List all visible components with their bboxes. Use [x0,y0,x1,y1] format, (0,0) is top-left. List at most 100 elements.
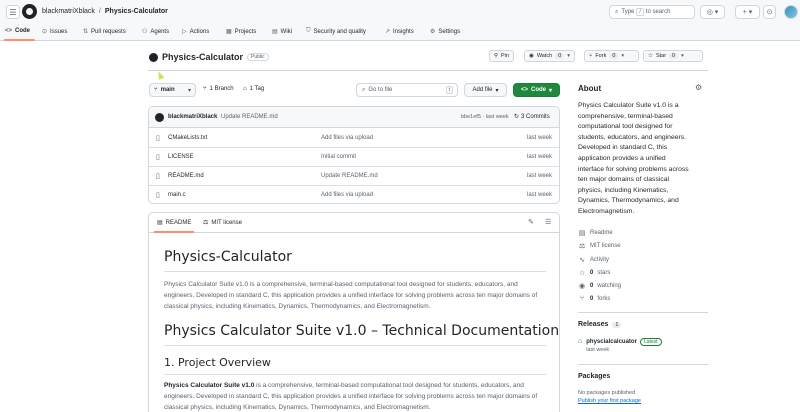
issues-shortcut-icon[interactable]: ⊙ [763,5,776,19]
commit-message[interactable]: Update README.md [221,114,278,120]
readme-link[interactable]: ▤ Readme [578,229,613,237]
tab-license[interactable]: ⚖ MIT license [203,219,242,227]
header-divider [148,70,708,71]
file-row[interactable]: ▯ LICENSE Initial commit last week [149,148,559,167]
search-placeholder: Type [621,9,635,15]
file-commit-message[interactable]: Add files via upload [321,135,373,141]
tab-agents[interactable]: ⚇ Agents [142,28,169,36]
tab-label: Issues [50,28,68,35]
gear-icon[interactable]: ⚙ [695,83,702,92]
file-commit-message[interactable]: Update README.md [321,173,378,179]
watching-count: 0 [590,283,594,289]
pin-button[interactable]: ⚲ Pin [489,50,514,62]
chevron-down-icon: ▾ [495,87,499,94]
tab-issues[interactable]: ⊙ Issues [42,28,68,36]
active-tab-indicator [4,39,35,41]
commit-hash[interactable]: bbe1ef5 · last week [461,114,509,120]
outline-icon[interactable]: ☰ [545,218,551,226]
create-new-button[interactable]: + ▾ [735,5,760,19]
branches-label: 1 Branch [209,86,234,92]
forks-count: 0 [590,295,594,302]
tab-label: Security and quality [313,28,366,35]
add-file-label: Add file [472,87,493,93]
tab-label: Actions [189,28,210,35]
search-icon: ⌕ [615,8,619,15]
search-icon: ⌕ [362,86,366,93]
code-button[interactable]: <> Code ▾ [513,83,560,97]
stars-link[interactable]: ☆ 0 stars [578,269,611,277]
search-input[interactable]: ⌕ Type / to search [609,5,695,19]
releases-title: Releases [578,321,609,328]
menu-icon[interactable]: ☰ [6,5,20,19]
file-timestamp: last week [526,173,552,179]
packages-heading[interactable]: Packages [578,373,610,380]
file-timestamp: last week [526,135,552,141]
file-name[interactable]: main.c [168,192,186,198]
tab-actions[interactable]: ▷ Actions [182,28,210,36]
activity-link[interactable]: ∿ Activity [578,256,609,264]
user-avatar[interactable] [784,5,798,19]
tab-insights[interactable]: ↗ Insights [385,28,414,36]
history-icon: ↻ [514,114,520,120]
code-icon: <> [520,87,528,93]
breadcrumb-separator: / [98,8,101,15]
tab-projects[interactable]: ▦ Projects [226,28,256,36]
packages-title: Packages [578,373,611,380]
file-name[interactable]: LICENSE [168,154,194,160]
eye-icon: ◉ [529,53,534,59]
fork-count: 0 [609,53,619,59]
file-row[interactable]: ▯ main.c Add files via upload last week [149,186,559,203]
file-commit-message[interactable]: Initial commit [321,154,356,160]
edit-icon[interactable]: ✎ [528,218,534,226]
release-item[interactable]: ⌂ physcialcalcuator Latest last week [578,338,662,353]
tab-security[interactable]: ⛉ Security and quality [306,28,366,35]
watching-link[interactable]: ◉ 0 watching [578,282,621,290]
commits-link[interactable]: ↻ 3 Commits [514,113,550,121]
license-link[interactable]: ⚖ MIT license [578,242,621,250]
forks-link[interactable]: ⑂ 0 forks [578,295,610,302]
branch-selector[interactable]: ⑂ main ▾ [149,83,196,97]
owner-avatar [149,52,158,62]
tab-readme[interactable]: ▤ README [157,219,191,227]
gear-icon: ⚙ [430,29,436,35]
star-button[interactable]: ☆ Star 0 ▾ [643,50,703,62]
commit-author[interactable]: blackmatriXblack [168,114,217,120]
tab-label: MIT license [211,219,242,226]
breadcrumb-repo[interactable]: Physics-Calculator [105,8,168,15]
fork-button[interactable]: ⑂ Fork 0 ▾ [584,50,639,62]
tab-pull-requests[interactable]: ⇅ Pull requests [83,28,126,36]
file-commit-message[interactable]: Add files via upload [321,192,373,198]
publish-package-link[interactable]: Publish your first package [578,398,641,404]
tags-link[interactable]: ⌂ 1 Tag [243,86,264,92]
book-icon: ▤ [272,29,278,35]
sidebar-divider [578,364,708,365]
file-name[interactable]: README.md [168,173,204,179]
tab-wiki[interactable]: ▤ Wiki [272,28,292,36]
breadcrumb-owner[interactable]: blackmatriXblack [42,8,95,15]
chevron-down-icon: ▾ [549,87,553,94]
sidebar-divider [578,312,708,313]
breadcrumb: blackmatriXblack / Physics-Calculator [42,8,168,15]
tab-settings[interactable]: ⚙ Settings [430,28,460,36]
fork-label: Fork [595,53,607,59]
file-row[interactable]: ▯ CMakeLists.txt Add files via upload last … [149,129,559,148]
forks-label: forks [597,295,611,302]
about-description: Physics Calculator Suite v1.0 is a compr… [578,102,689,215]
copilot-button[interactable]: ◎ ▾ [700,5,725,19]
file-icon: ▯ [156,154,160,161]
readme-panel: ▤ README ⚖ MIT license ✎ ☰ Physics-Calcula… [148,212,560,412]
github-logo-icon[interactable] [22,4,37,19]
repo-name[interactable]: Physics-Calculator [162,52,243,62]
file-row[interactable]: ▯ README.md Update README.md last week [149,167,559,186]
branches-link[interactable]: ⑂ 1 Branch [203,86,234,92]
branch-icon: ⑂ [203,86,207,92]
watch-button[interactable]: ◉ Watch 0 ▾ [524,50,576,62]
eye-icon: ◉ [578,283,586,290]
code-label: Code [531,87,546,93]
tab-code[interactable]: <> Code [5,28,30,34]
releases-heading[interactable]: Releases 1 [578,321,622,328]
file-name[interactable]: CMakeLists.txt [168,135,207,141]
release-name[interactable]: physcialcalcuator [586,339,637,345]
go-to-file-input[interactable]: ⌕ Go to file t [356,83,458,97]
add-file-button[interactable]: Add file ▾ [464,83,507,97]
